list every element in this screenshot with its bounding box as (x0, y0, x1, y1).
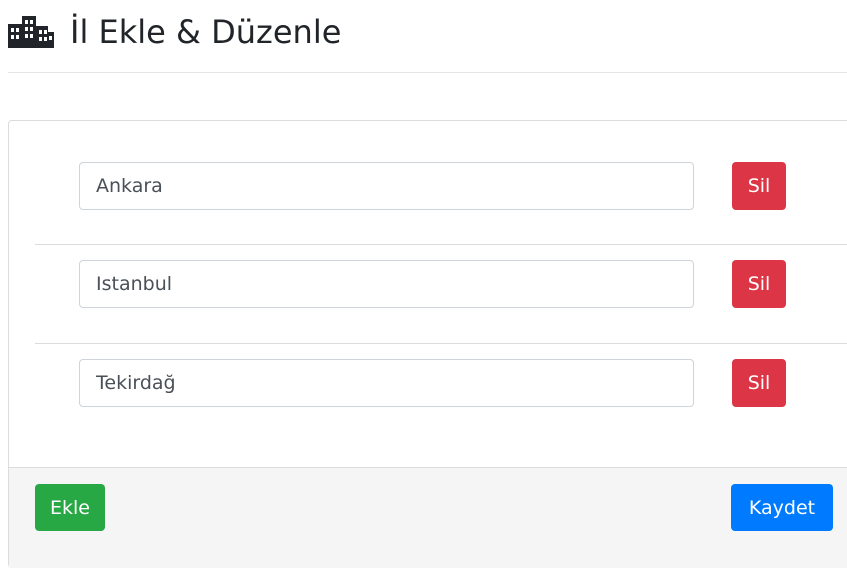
list-item: Sil (35, 145, 847, 243)
delete-button[interactable]: Sil (732, 359, 786, 407)
list-item: Sil (35, 244, 847, 342)
page-title: İl Ekle & Düzenle (70, 13, 342, 51)
card-footer: Ekle Kaydet (9, 467, 847, 568)
city-name-input[interactable] (79, 162, 694, 210)
add-button[interactable]: Ekle (35, 484, 105, 531)
city-list-card: Sil Sil Sil Ekle Kaydet (8, 120, 847, 568)
city-name-input[interactable] (79, 260, 694, 308)
city-list: Sil Sil Sil (9, 121, 847, 468)
city-icon (8, 12, 54, 48)
save-button[interactable]: Kaydet (731, 484, 833, 531)
delete-button[interactable]: Sil (732, 162, 786, 210)
page-header: İl Ekle & Düzenle (8, 0, 847, 73)
list-item: Sil (35, 343, 847, 441)
delete-button[interactable]: Sil (732, 260, 786, 308)
city-name-input[interactable] (79, 359, 694, 407)
